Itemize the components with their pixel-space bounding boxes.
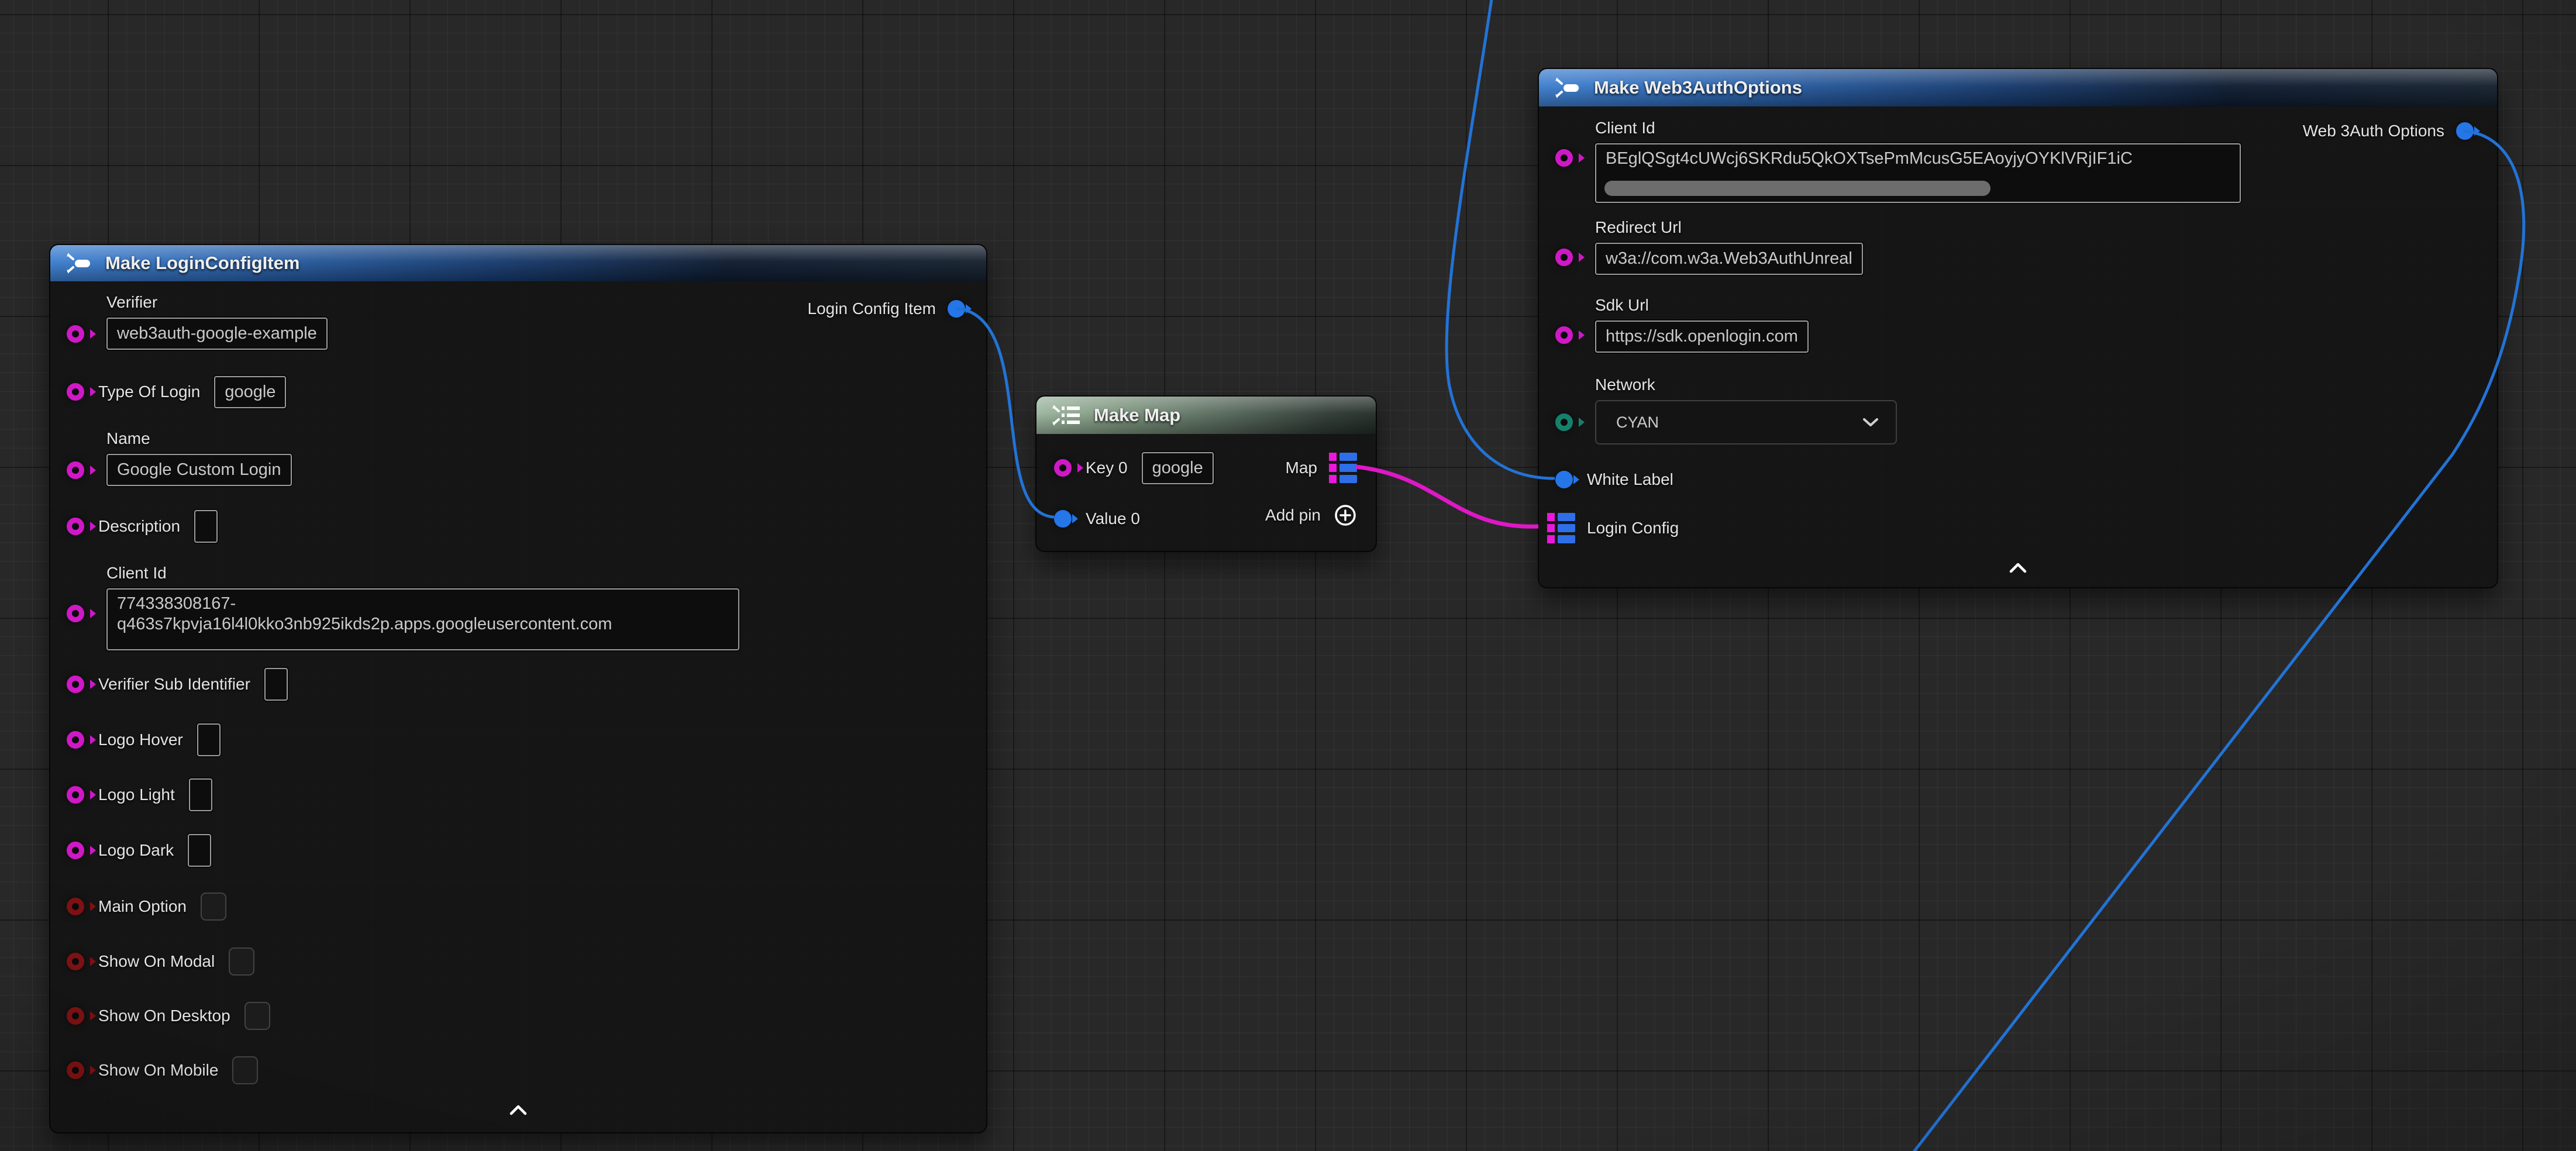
- redirect-url-field[interactable]: w3a://com.w3a.Web3AuthUnreal: [1595, 243, 1863, 275]
- client-id-horizontal-scrollbar[interactable]: [1604, 181, 1990, 196]
- chevron-down-icon: [1862, 417, 1879, 428]
- plus-circle-icon: [1334, 504, 1357, 527]
- key-0-field[interactable]: google: [1142, 452, 1214, 484]
- output-pin-map[interactable]: [1329, 453, 1357, 483]
- pin-label-key-0: Key 0: [1086, 459, 1128, 477]
- pin-label-verifier: Verifier: [106, 293, 157, 312]
- input-pin-main-option[interactable]: [67, 898, 84, 915]
- add-pin-button[interactable]: Add pin: [1265, 504, 1357, 527]
- make-struct-icon: [64, 251, 95, 275]
- input-pin-logo-light[interactable]: [67, 786, 84, 804]
- blueprint-graph-canvas[interactable]: Make LoginConfigItem Login Config Item V…: [0, 0, 2576, 1151]
- input-pin-sdk-url[interactable]: [1555, 326, 1573, 344]
- make-struct-icon: [1553, 76, 1583, 99]
- input-pin-key-0[interactable]: [1054, 459, 1072, 477]
- input-pin-description[interactable]: [67, 518, 84, 535]
- type-of-login-field[interactable]: google: [214, 376, 286, 408]
- logo-dark-field[interactable]: [188, 834, 211, 867]
- logo-hover-field[interactable]: [197, 723, 221, 756]
- pin-label-show-on-modal: Show On Modal: [98, 952, 215, 971]
- pin-label-redirect-url: Redirect Url: [1595, 218, 1682, 237]
- input-pin-verifier-sub-identifier[interactable]: [67, 676, 84, 693]
- show-on-mobile-checkbox[interactable]: [232, 1056, 258, 1084]
- node-header-make-map[interactable]: Make Map: [1036, 397, 1376, 434]
- output-pin-label: Web 3Auth Options: [2303, 122, 2444, 140]
- input-pin-login-config[interactable]: [1547, 513, 1575, 543]
- show-on-desktop-checkbox[interactable]: [244, 1002, 270, 1030]
- add-pin-label: Add pin: [1265, 506, 1321, 525]
- verifier-sub-identifier-field[interactable]: [264, 668, 288, 701]
- output-pin-label-map: Map: [1286, 459, 1317, 477]
- pin-label-type-of-login: Type Of Login: [98, 382, 200, 401]
- input-pin-value-0[interactable]: [1054, 510, 1072, 528]
- pin-label-show-on-mobile: Show On Mobile: [98, 1061, 218, 1080]
- pin-label-logo-light: Logo Light: [98, 785, 175, 804]
- node-title: Make Web3AuthOptions: [1594, 77, 1802, 98]
- pin-label-description: Description: [98, 517, 180, 536]
- node-make-map[interactable]: Make Map Key 0 google Map Value 0 Add pi…: [1035, 395, 1377, 552]
- pin-label-main-option: Main Option: [98, 897, 187, 916]
- client-id-text: BEglQSgt4cUWcj6SKRdu5QkOXTsePmMcusG5EAoy…: [1596, 144, 2240, 168]
- node-make-web3authoptions[interactable]: Make Web3AuthOptions Web 3Auth Options C…: [1538, 68, 2498, 588]
- output-pin-login-config-item[interactable]: [948, 300, 965, 318]
- pin-label-client-id: Client Id: [106, 564, 167, 583]
- input-pin-logo-hover[interactable]: [67, 731, 84, 749]
- logo-light-field[interactable]: [189, 778, 212, 811]
- description-field[interactable]: [194, 510, 218, 543]
- pin-label-login-config: Login Config: [1587, 519, 1679, 537]
- chevron-up-icon: [2007, 561, 2029, 574]
- collapse-node-button[interactable]: [2007, 561, 2029, 577]
- wire-map-to-login-config[interactable]: [1356, 467, 1538, 526]
- network-selected-value: CYAN: [1616, 413, 1659, 432]
- input-pin-show-on-mobile[interactable]: [67, 1062, 84, 1079]
- network-dropdown[interactable]: CYAN: [1595, 400, 1897, 444]
- pin-label-logo-hover: Logo Hover: [98, 730, 183, 749]
- input-pin-logo-dark[interactable]: [67, 842, 84, 859]
- collapse-node-button[interactable]: [508, 1104, 529, 1119]
- pin-label-logo-dark: Logo Dark: [98, 841, 174, 860]
- input-pin-client-id[interactable]: [67, 605, 84, 622]
- pin-label-sdk-url: Sdk Url: [1595, 296, 1649, 315]
- main-option-checkbox[interactable]: [201, 892, 226, 921]
- input-pin-client-id[interactable]: [1555, 149, 1573, 167]
- input-pin-white-label[interactable]: [1555, 471, 1573, 488]
- input-pin-show-on-modal[interactable]: [67, 953, 84, 970]
- pin-label-network: Network: [1595, 375, 1655, 394]
- client-id-line1: 774338308167-: [108, 590, 738, 614]
- client-id-field[interactable]: BEglQSgt4cUWcj6SKRdu5QkOXTsePmMcusG5EAoy…: [1595, 143, 2241, 203]
- input-pin-verifier[interactable]: [67, 325, 84, 343]
- input-pin-name[interactable]: [67, 461, 84, 479]
- node-make-loginconfigitem[interactable]: Make LoginConfigItem Login Config Item V…: [49, 244, 987, 1133]
- chevron-up-icon: [508, 1104, 529, 1116]
- output-pin-web3auth-options[interactable]: [2456, 122, 2474, 140]
- input-pin-network[interactable]: [1555, 413, 1573, 431]
- client-id-field[interactable]: 774338308167- q463s7kpvja16l4l0kko3nb925…: [106, 588, 739, 650]
- client-id-line2: q463s7kpvja16l4l0kko3nb925ikds2p.apps.go…: [108, 614, 738, 634]
- pin-label-name: Name: [106, 429, 150, 448]
- node-header-make-web3authoptions[interactable]: Make Web3AuthOptions: [1539, 69, 2497, 106]
- node-title: Make LoginConfigItem: [105, 253, 299, 274]
- pin-label-verifier-sub-identifier: Verifier Sub Identifier: [98, 675, 250, 694]
- pin-label-show-on-desktop: Show On Desktop: [98, 1007, 230, 1025]
- pin-label-white-label: White Label: [1587, 470, 1673, 489]
- node-header-make-loginconfigitem[interactable]: Make LoginConfigItem: [50, 245, 986, 281]
- input-pin-redirect-url[interactable]: [1555, 249, 1573, 266]
- name-field[interactable]: Google Custom Login: [106, 454, 292, 486]
- pin-label-client-id: Client Id: [1595, 119, 1655, 137]
- output-pin-label: Login Config Item: [808, 299, 936, 318]
- node-title: Make Map: [1094, 405, 1180, 426]
- verifier-field[interactable]: web3auth-google-example: [106, 318, 328, 350]
- show-on-modal-checkbox[interactable]: [229, 947, 254, 976]
- sdk-url-field[interactable]: https://sdk.openlogin.com: [1595, 321, 1809, 353]
- input-pin-show-on-desktop[interactable]: [67, 1007, 84, 1025]
- output-row-web3auth-options: Web 3Auth Options: [2303, 122, 2474, 140]
- output-row-login-config-item: Login Config Item: [808, 299, 965, 318]
- make-map-icon: [1051, 403, 1083, 428]
- input-pin-type-of-login[interactable]: [67, 383, 84, 401]
- pin-label-value-0: Value 0: [1086, 509, 1140, 528]
